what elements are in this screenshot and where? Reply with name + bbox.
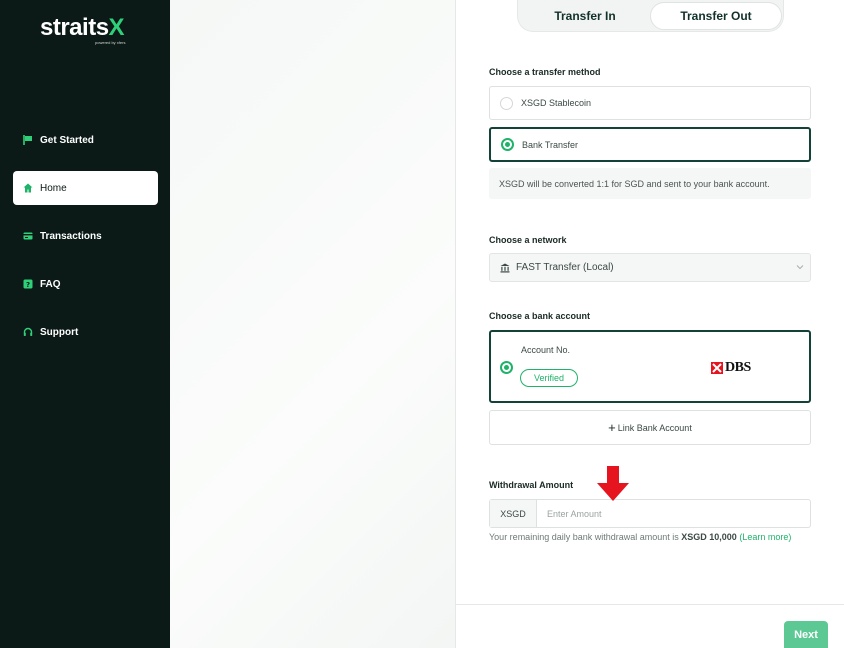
tab-transfer-out[interactable]: Transfer Out bbox=[650, 2, 782, 30]
link-bank-account-button[interactable]: + Link Bank Account bbox=[489, 410, 811, 445]
sidebar-item-get-started[interactable]: Get Started bbox=[13, 123, 158, 157]
svg-text:?: ? bbox=[26, 281, 30, 289]
currency-prefix: XSGD bbox=[490, 500, 537, 527]
transfer-panel: Transfer In Transfer Out Choose a transf… bbox=[456, 0, 844, 648]
withdrawal-amount-group: XSGD bbox=[489, 499, 811, 528]
arrow-down-icon bbox=[597, 466, 629, 501]
dbs-logo: DBS bbox=[711, 360, 751, 376]
option-label: XSGD Stablecoin bbox=[521, 98, 592, 108]
bank-account-heading: Choose a bank account bbox=[489, 311, 591, 321]
network-select[interactable]: FAST Transfer (Local) bbox=[489, 253, 811, 282]
transfer-tabs: Transfer In Transfer Out bbox=[517, 0, 784, 32]
sidebar-item-label: Get Started bbox=[40, 134, 94, 146]
background-pane bbox=[170, 0, 455, 648]
bank-icon bbox=[500, 263, 510, 272]
logo-text: straits bbox=[40, 14, 109, 41]
next-button[interactable]: Next bbox=[784, 621, 828, 648]
network-selected-value: FAST Transfer (Local) bbox=[516, 262, 614, 273]
learn-more-link[interactable]: (Learn more) bbox=[739, 532, 791, 542]
verified-badge: Verified bbox=[520, 369, 578, 387]
conversion-note: XSGD will be converted 1:1 for SGD and s… bbox=[489, 168, 811, 199]
question-icon: ? bbox=[23, 279, 33, 289]
hint-amount: XSGD 10,000 bbox=[681, 532, 737, 542]
sidebar: straitsX powered by xfers Get Started Ho… bbox=[0, 0, 170, 648]
sidebar-item-label: FAQ bbox=[40, 278, 61, 290]
transfer-method-heading: Choose a transfer method bbox=[489, 67, 601, 77]
hint-text: Your remaining daily bank withdrawal amo… bbox=[489, 532, 682, 542]
radio-selected-icon[interactable] bbox=[500, 361, 513, 374]
sidebar-item-faq[interactable]: ? FAQ bbox=[13, 267, 158, 301]
tab-transfer-in[interactable]: Transfer In bbox=[521, 2, 649, 30]
bank-name: DBS bbox=[725, 360, 751, 375]
sidebar-item-label: Home bbox=[40, 182, 67, 194]
link-bank-account-label: Link Bank Account bbox=[617, 422, 692, 433]
option-xsgd-stablecoin[interactable]: XSGD Stablecoin bbox=[489, 86, 811, 120]
sidebar-item-label: Support bbox=[40, 326, 79, 338]
account-number-label: Account No. bbox=[521, 345, 571, 355]
dbs-star-icon bbox=[711, 362, 723, 374]
sidebar-item-support[interactable]: Support bbox=[13, 315, 158, 349]
card-icon bbox=[23, 231, 33, 241]
bank-account-card[interactable]: Account No. Verified DBS bbox=[489, 330, 811, 403]
flag-icon bbox=[23, 135, 33, 145]
home-icon bbox=[23, 183, 33, 193]
sidebar-item-transactions[interactable]: Transactions bbox=[13, 219, 158, 253]
logo[interactable]: straitsX powered by xfers bbox=[40, 14, 125, 46]
amount-input[interactable] bbox=[537, 500, 810, 527]
radio-selected-icon[interactable] bbox=[501, 138, 514, 151]
chevron-down-icon bbox=[796, 265, 804, 270]
option-bank-transfer[interactable]: Bank Transfer bbox=[489, 127, 811, 162]
logo-tagline: powered by xfers bbox=[95, 40, 126, 45]
withdrawal-limit-hint: Your remaining daily bank withdrawal amo… bbox=[489, 532, 811, 543]
headset-icon bbox=[23, 327, 33, 337]
network-heading: Choose a network bbox=[489, 235, 567, 245]
plus-icon: + bbox=[608, 420, 616, 435]
sidebar-item-home[interactable]: Home bbox=[13, 171, 158, 205]
logo-x: X bbox=[108, 14, 125, 41]
radio-unselected-icon[interactable] bbox=[500, 96, 513, 110]
sidebar-item-label: Transactions bbox=[40, 230, 102, 242]
option-label: Bank Transfer bbox=[522, 139, 579, 150]
withdrawal-heading: Withdrawal Amount bbox=[489, 480, 574, 490]
footer-divider bbox=[456, 604, 844, 605]
